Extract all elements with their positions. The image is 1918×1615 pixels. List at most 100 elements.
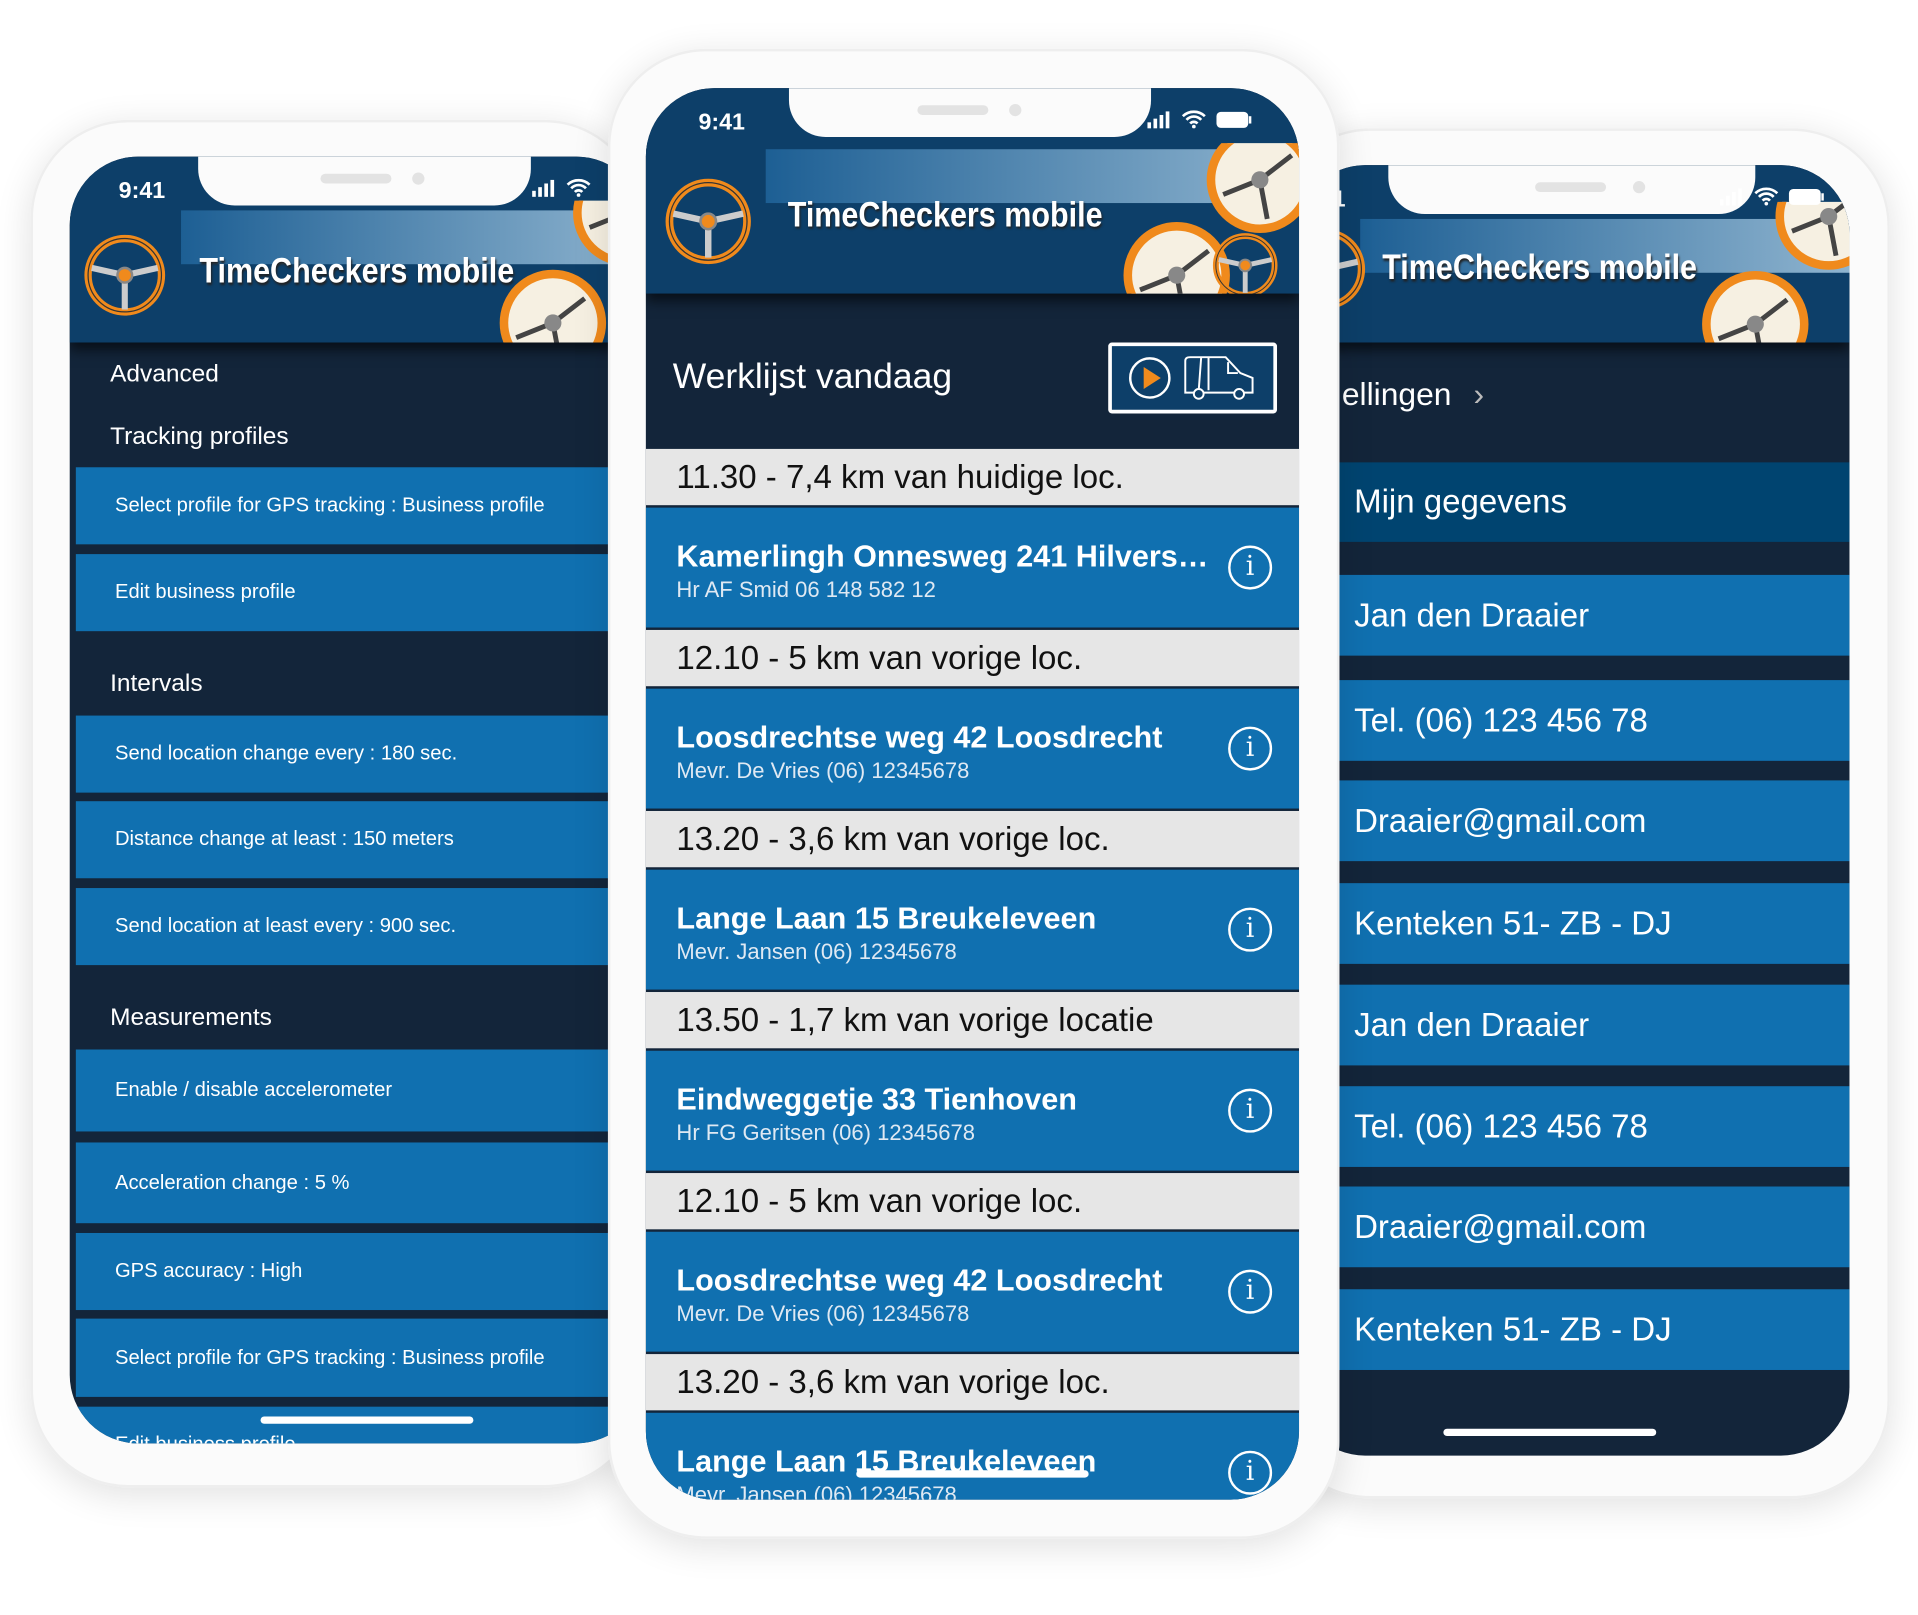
section-label: Advanced [110,360,219,388]
section-label: Tracking profiles [110,423,289,451]
settings-row-label: Select profile for GPS tracking : Busine… [114,494,545,517]
worklist: 11.30 - 7,4 km van huidige loc. Kamerling… [645,448,1300,1500]
steering-wheels-decoration-icon [1700,202,1849,343]
profile-row-label: Jan den Draaier [1354,596,1590,634]
contact: Mevr. De Vries (06) 12345678 [676,758,970,783]
notch [788,88,1152,137]
section-mijn-gegevens[interactable]: Mijn gegevens [1296,462,1850,542]
profile-row[interactable]: Tel. (06) 123 456 78 [1296,680,1850,761]
status-icons [532,178,591,197]
settings-row[interactable]: Distance change at least : 150 meters [75,801,645,879]
time-distance-header: 13.20 - 3,6 km van vorige loc. [645,810,1300,868]
address: Loosdrechtse weg 42 Loosdrecht [676,1263,1163,1298]
signal-icon [532,179,555,197]
steering-wheel-logo-icon [82,232,168,318]
play-icon [1129,357,1171,399]
status-time: 9:41 [118,178,166,205]
time-distance-label: 13.20 - 3,6 km van vorige loc. [676,1363,1110,1400]
home-indicator [856,1470,1089,1478]
worklist-item[interactable]: Eindweggetje 33 Tienhoven Hr FG Geritsen … [645,1050,1300,1171]
profile-row[interactable]: Kenteken 51- ZB - DJ [1296,1289,1850,1370]
back-nav[interactable]: ellingen › [1342,376,1484,414]
worklist-title: Werklijst vandaag [672,357,953,397]
worklist-item[interactable]: Loosdrechtse weg 42 Loosdrecht Mevr. De V… [645,1231,1300,1352]
profile-row[interactable]: Kenteken 51- ZB - DJ [1296,883,1850,964]
contact: Hr AF Smid 06 148 582 12 [676,577,936,602]
back-nav-label: ellingen [1341,375,1452,413]
worklist-item[interactable]: Lange Laan 15 Breukeleveen Mevr. Jansen (… [645,869,1300,990]
info-icon[interactable]: i [1228,726,1273,771]
settings-row[interactable]: Select profile for GPS tracking : Busine… [75,467,645,545]
time-distance-header: 12.10 - 5 km van vorige loc. [645,1173,1300,1230]
worklist-item[interactable]: Kamerlingh Onnesweg 241 Hilversum Hr AF S… [645,507,1300,628]
worklist-item[interactable]: Lange Laan 15 Breukeleveen Mevr. Jansen (… [645,1412,1300,1500]
chevron-right-icon: › [1473,375,1485,413]
notch [198,156,531,206]
right-phone: TimeCheckers mobile 9:41 ellingen › Mijn… [1272,128,1890,1499]
profile-row[interactable]: Tel. (06) 123 456 78 [1296,1086,1850,1167]
settings-row[interactable]: Edit business profile [75,554,645,632]
settings-row[interactable]: Edit business profile [75,1406,645,1444]
battery-icon [1216,111,1252,128]
profile-row-label: Tel. (06) 123 456 78 [1354,1107,1648,1145]
worklist-item[interactable]: Loosdrechtse weg 42 Loosdrecht Mevr. De V… [645,688,1300,809]
time-distance-header: 12.10 - 5 km van vorige loc. [645,629,1300,687]
settings-row-label: Edit business profile [114,581,296,604]
profile-row-label: Draaier@gmail.com [1354,801,1647,839]
center-phone: TimeCheckers mobile 9:41 Werklijst vanda… [607,48,1340,1539]
profile-row[interactable]: Jan den Draaier [1296,574,1850,656]
signal-icon [1719,187,1742,205]
profile-row-label: Kenteken 51- ZB - DJ [1354,1310,1672,1348]
home-indicator [260,1416,474,1424]
start-route-button[interactable] [1108,342,1278,414]
settings-row[interactable]: Enable / disable accelerometer [75,1049,645,1132]
info-icon[interactable]: i [1228,1269,1273,1314]
address: Loosdrechtse weg 42 Loosdrecht [676,720,1163,755]
profile-row-label: Jan den Draaier [1354,1006,1590,1043]
info-icon[interactable]: i [1228,1088,1273,1133]
time-distance-header: 13.50 - 1,7 km van vorige locatie [645,992,1300,1049]
settings-row-label: Acceleration change : 5 % [114,1171,350,1194]
status-time: 9:41 [698,110,745,136]
section-label: Mijn gegevens [1354,483,1568,520]
worklist-screen: TimeCheckers mobile 9:41 Werklijst vanda… [645,88,1300,1500]
wifi-icon [1181,110,1206,129]
info-icon[interactable]: i [1228,545,1273,590]
info-icon[interactable]: i [1228,1450,1273,1495]
section-label: Intervals [110,670,203,698]
steering-wheel-logo-icon [663,176,754,267]
app-title: TimeCheckers mobile [787,195,1103,235]
settings-screen: TimeCheckers mobile 9:41 Advanced Trackin… [69,156,645,1444]
profile-screen: TimeCheckers mobile 9:41 ellingen › Mijn… [1296,165,1850,1456]
profile-row-label: Tel. (06) 123 456 78 [1354,701,1648,739]
settings-row[interactable]: Acceleration change : 5 % [75,1142,645,1224]
profile-row[interactable]: Jan den Draaier [1296,984,1850,1066]
time-distance-label: 13.20 - 3,6 km van vorige loc. [676,820,1110,857]
section-label: Measurements [110,1004,272,1032]
settings-row-label: Enable / disable accelerometer [114,1078,393,1101]
settings-row-label: Edit business profile [115,1434,296,1444]
settings-row[interactable]: Send location at least every : 900 sec. [75,888,645,966]
profile-row[interactable]: Draaier@gmail.com [1296,780,1850,862]
steering-wheels-decoration-icon [1123,143,1299,293]
profile-row[interactable]: Draaier@gmail.com [1296,1186,1850,1268]
settings-row[interactable]: Select profile for GPS tracking : Busine… [75,1318,645,1397]
info-icon[interactable]: i [1228,907,1273,952]
status-icons [1719,187,1825,206]
left-phone: TimeCheckers mobile 9:41 Advanced Trackin… [30,119,645,1488]
settings-row-label: Send location change every : 180 sec. [114,742,458,765]
settings-row-label: Send location at least every : 900 sec. [114,914,457,937]
home-indicator [1443,1428,1657,1437]
app-title: TimeCheckers mobile [1382,248,1698,288]
time-distance-header: 11.30 - 7,4 km van huidige loc. [645,448,1300,506]
time-distance-header: 13.20 - 3,6 km van vorige loc. [645,1354,1300,1411]
address: Lange Laan 15 Breukeleveen [676,901,1097,936]
settings-row[interactable]: GPS accuracy : High [75,1232,645,1311]
contact: Mevr. Jansen (06) 12345678 [676,939,957,964]
notch [1388,165,1756,215]
settings-row-label: GPS accuracy : High [114,1259,303,1282]
profile-row-label: Kenteken 51- ZB - DJ [1354,904,1672,942]
wifi-icon [1754,187,1779,206]
time-distance-label: 12.10 - 5 km van vorige loc. [676,639,1083,676]
settings-row[interactable]: Send location change every : 180 sec. [75,715,645,793]
